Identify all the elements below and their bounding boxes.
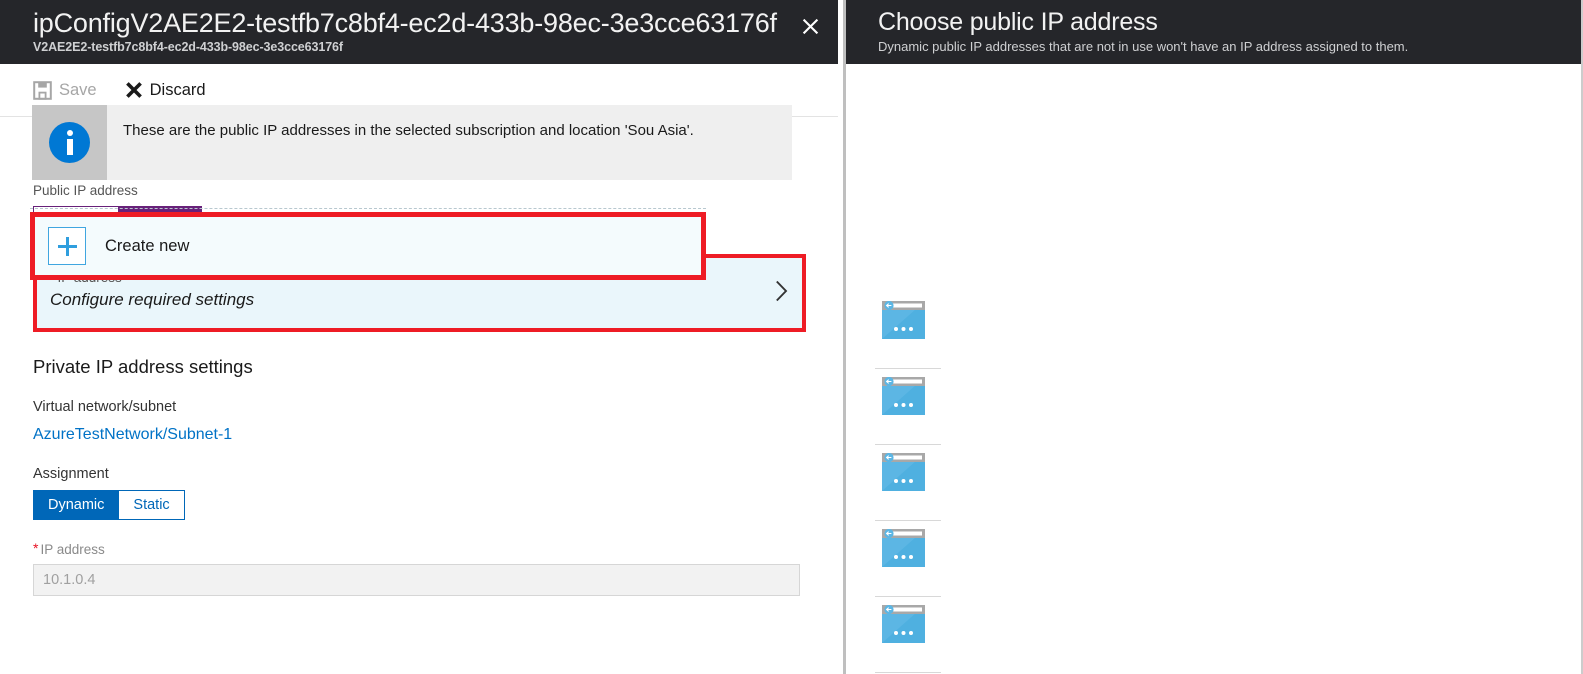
private-ip-address-input[interactable] [33,564,800,596]
create-new-row[interactable]: Create new [35,217,701,275]
create-new-dashed-divider [30,208,706,210]
assignment-toggle[interactable]: Dynamic Static [33,490,185,520]
create-new-label: Create new [105,237,190,255]
close-icon[interactable] [790,6,830,46]
public-ip-field-label: Public IP address [33,183,138,198]
vnet-subnet-link[interactable]: AzureTestNetwork/Subnet-1 [33,425,232,445]
assignment-label: Assignment [33,466,109,482]
create-new-highlight-border: Create new [30,208,706,280]
plus-icon [48,227,86,265]
list-item[interactable] [875,521,1575,597]
choose-public-ip-header: Choose public IP address Dynamic public … [846,0,1583,64]
public-ip-address-icon [882,529,925,567]
info-icon-container [32,105,107,180]
list-item[interactable] [875,369,1575,445]
choose-public-ip-subtitle: Dynamic public IP addresses that are not… [878,39,1409,54]
list-separator [875,672,941,673]
discard-button[interactable]: Discard [125,80,206,100]
page-title: ipConfigV2AE2E2-testfb7c8bf4-ec2d-433b-9… [33,8,777,38]
chevron-right-icon [775,280,788,306]
private-ip-address-label: IP address [40,542,105,557]
discard-x-icon [125,81,143,99]
assignment-toggle-static[interactable]: Static [119,490,185,520]
page-subtitle: V2AE2E2-testfb7c8bf4-ec2d-433b-98ec-3e3c… [33,40,343,54]
info-icon [49,122,90,163]
private-ip-section-heading: Private IP address settings [33,356,253,377]
public-ip-address-icon [882,453,925,491]
list-item[interactable] [875,597,1575,673]
list-item[interactable] [875,445,1575,521]
ip-address-selector-value: Configure required settings [50,290,255,309]
blade-header: ipConfigV2AE2E2-testfb7c8bf4-ec2d-433b-9… [0,0,838,64]
save-button[interactable]: Save [33,80,97,100]
info-banner: These are the public IP addresses in the… [32,105,792,180]
azure-portal-screen: ipConfigV2AE2E2-testfb7c8bf4-ec2d-433b-9… [0,0,1583,674]
save-label: Save [59,81,97,99]
save-floppy-icon [33,80,52,100]
vnet-subnet-label: Virtual network/subnet [33,399,177,415]
ip-configuration-blade: ipConfigV2AE2E2-testfb7c8bf4-ec2d-433b-9… [0,0,838,674]
public-ip-address-icon [882,377,925,415]
private-ip-address-label-row: * IP address [33,541,838,558]
public-ip-list [875,293,1575,673]
discard-label: Discard [149,81,206,99]
list-item[interactable] [875,293,1575,369]
public-ip-address-icon [882,605,925,643]
public-ip-address-icon [882,301,925,339]
choose-public-ip-title: Choose public IP address [878,8,1158,36]
info-banner-text: These are the public IP addresses in the… [123,122,694,139]
required-asterisk: * [33,540,39,556]
create-new-highlight: Create new [30,208,1583,280]
assignment-toggle-dynamic[interactable]: Dynamic [33,490,120,520]
